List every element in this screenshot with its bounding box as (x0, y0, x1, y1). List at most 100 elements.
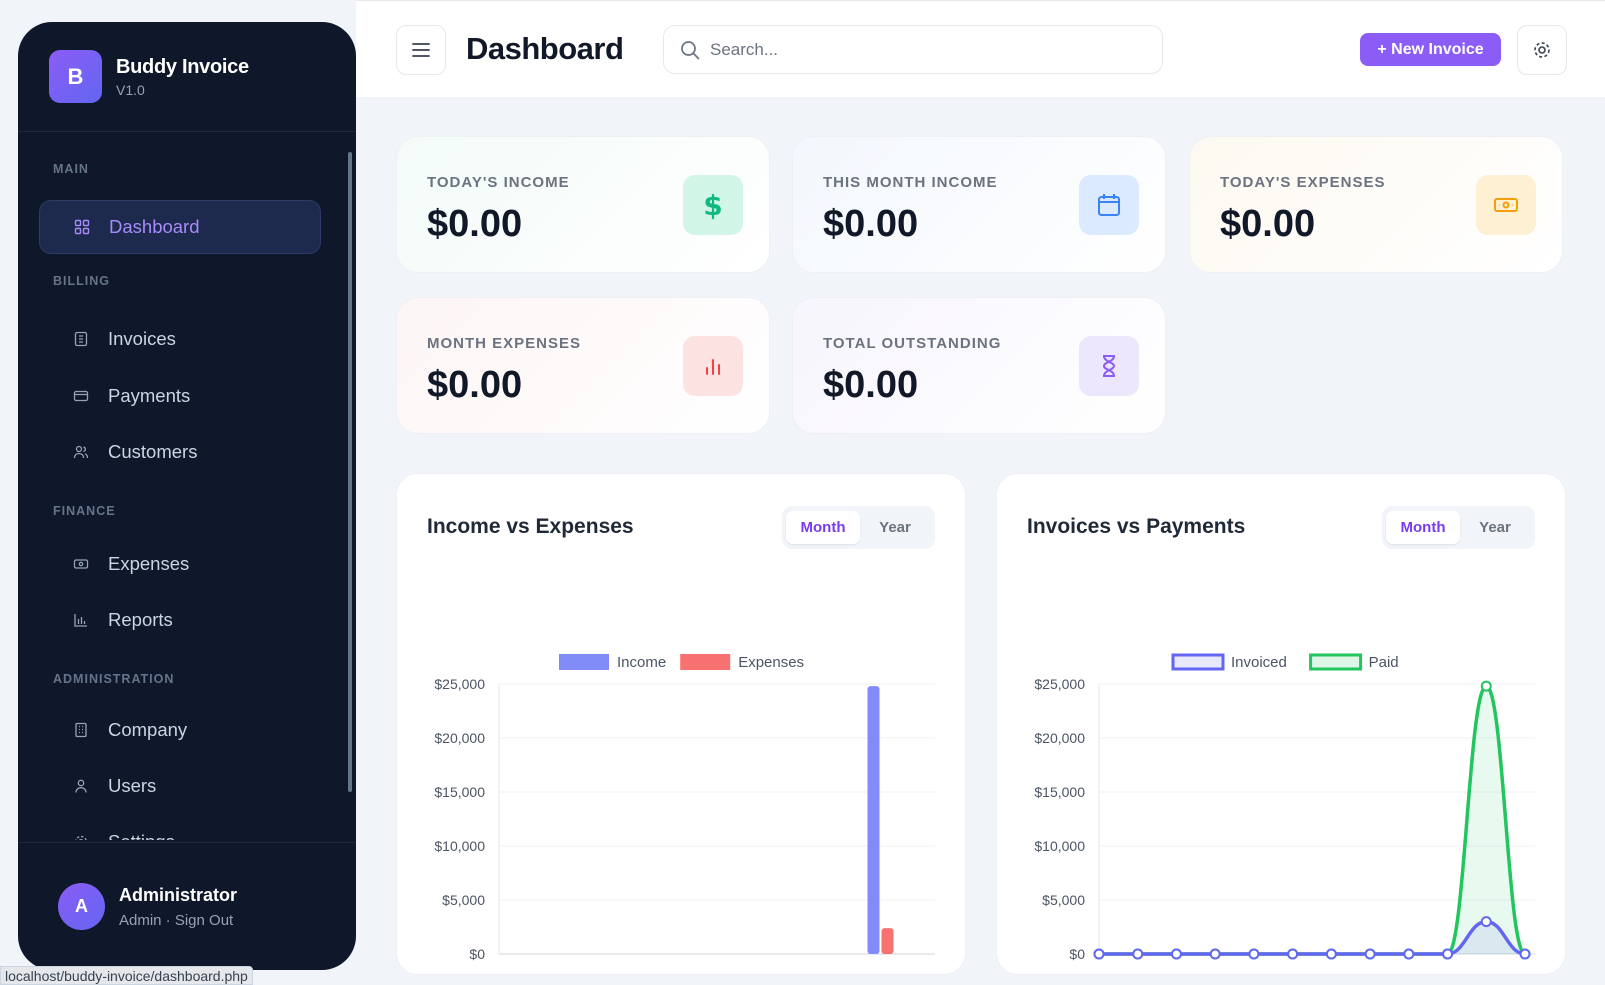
sidebar-scrollbar[interactable] (348, 152, 352, 792)
nav-section-main: MAIN (53, 162, 89, 176)
legend-swatch (680, 654, 731, 670)
legend-label: Income (617, 654, 666, 671)
stat-label: TODAY'S INCOME (427, 174, 570, 191)
stat-label: TOTAL OUTSTANDING (823, 335, 1002, 352)
stat-label: TODAY'S EXPENSES (1220, 174, 1386, 191)
legend-label: Expenses (738, 654, 804, 671)
y-tick-label: $5,000 (442, 892, 485, 908)
users-icon (71, 442, 91, 462)
gear-icon (1534, 42, 1550, 58)
stat-card-month-income: THIS MONTH INCOME $0.00 (792, 136, 1166, 273)
hourglass-icon (1079, 336, 1139, 396)
point-invoiced (1248, 948, 1260, 960)
building-icon (71, 720, 91, 740)
legend-swatch (1309, 653, 1363, 671)
sidebar-item-invoices[interactable]: Invoices (39, 312, 321, 366)
sidebar-item-label: Customers (108, 441, 198, 462)
status-bar-url: localhost/buddy-invoice/dashboard.php (0, 966, 253, 985)
stat-value: $0.00 (823, 203, 919, 245)
brand[interactable]: B Buddy Invoice V1.0 (18, 22, 356, 132)
y-tick-label: $10,000 (1034, 838, 1085, 854)
sidebar-nav: MAIN Dashboard BILLING Invoices Payments… (18, 132, 356, 840)
y-tick-label: $20,000 (434, 730, 485, 746)
bar-expenses (881, 928, 894, 954)
settings-button[interactable] (1517, 25, 1567, 75)
stat-value: $0.00 (427, 364, 523, 406)
nav-section-billing: BILLING (53, 274, 110, 288)
credit-card-icon (71, 386, 91, 406)
sidebar-item-customers[interactable]: Customers (39, 425, 321, 479)
stat-card-total-outstanding: TOTAL OUTSTANDING $0.00 (792, 297, 1166, 434)
top-header: Dashboard + New Invoice (356, 0, 1605, 97)
toggle-month[interactable]: Month (786, 511, 860, 544)
point-invoiced (1364, 948, 1376, 960)
y-tick-label: $0 (1069, 946, 1085, 962)
nav-section-finance: FINANCE (53, 504, 116, 518)
point-paid (1480, 680, 1492, 692)
point-invoiced (1480, 916, 1492, 928)
y-tick-label: $20,000 (1034, 730, 1085, 746)
sidebar-item-payments[interactable]: Payments (39, 369, 321, 423)
cash-icon (1476, 175, 1536, 235)
hamburger-icon (412, 43, 430, 57)
sidebar-item-dashboard[interactable]: Dashboard (39, 200, 321, 254)
sidebar-item-company[interactable]: Company (39, 703, 321, 757)
dollar-icon: $ (683, 175, 743, 235)
panel-title: Income vs Expenses (427, 515, 634, 538)
stat-card-todays-income: TODAY'S INCOME $0.00 $ (396, 136, 770, 273)
period-toggle: Month Year (782, 506, 935, 549)
sidebar-item-users[interactable]: Users (39, 759, 321, 813)
search-icon (681, 40, 700, 59)
area-paid (1099, 686, 1525, 954)
point-invoiced (1442, 948, 1454, 960)
search-box[interactable] (663, 25, 1163, 74)
sidebar-item-label: Invoices (108, 328, 176, 349)
sidebar-item-settings[interactable]: Settings (39, 815, 321, 840)
legend-label: Paid (1369, 654, 1399, 671)
avatar: A (58, 883, 105, 930)
menu-toggle-button[interactable] (396, 25, 446, 75)
y-tick-label: $0 (469, 946, 485, 962)
income-expenses-panel: Income vs Expenses Month Year Income Expe… (396, 473, 966, 975)
user-role-signout[interactable]: Admin · Sign Out (119, 912, 237, 929)
panel-title: Invoices vs Payments (1027, 515, 1246, 538)
stat-value: $0.00 (823, 364, 919, 406)
y-tick-label: $25,000 (434, 676, 485, 692)
point-invoiced (1287, 948, 1299, 960)
sidebar-item-expenses[interactable]: Expenses (39, 537, 321, 591)
y-tick-label: $5,000 (1042, 892, 1085, 908)
toggle-year[interactable]: Year (860, 511, 930, 544)
y-tick-label: $10,000 (434, 838, 485, 854)
sidebar-item-label: Expenses (108, 553, 190, 574)
dashboard-icon (72, 217, 92, 237)
invoice-icon (71, 329, 91, 349)
legend-label: Invoiced (1231, 654, 1287, 671)
brand-version: V1.0 (116, 81, 145, 98)
legend-swatch (559, 654, 609, 670)
bar-income (867, 686, 880, 954)
bar-chart-icon (683, 336, 743, 396)
toggle-month[interactable]: Month (1386, 511, 1460, 544)
page-title: Dashboard (466, 31, 624, 66)
y-tick-label: $15,000 (1034, 784, 1085, 800)
stat-label: MONTH EXPENSES (427, 335, 582, 352)
sidebar: B Buddy Invoice V1.0 MAIN Dashboard BILL… (18, 22, 356, 970)
search-input[interactable] (710, 39, 1130, 60)
calendar-icon (1079, 175, 1139, 235)
toggle-year[interactable]: Year (1460, 511, 1530, 544)
legend-swatch (1171, 653, 1225, 671)
brand-name: Buddy Invoice (116, 55, 249, 78)
point-invoiced (1209, 948, 1221, 960)
sidebar-item-label: Users (108, 775, 157, 796)
sidebar-item-reports[interactable]: Reports (39, 593, 321, 647)
invoices-payments-panel: Invoices vs Payments Month Year Invoiced… (996, 473, 1566, 975)
new-invoice-button[interactable]: + New Invoice (1360, 33, 1501, 66)
invoices-payments-chart: Invoiced Paid $0 $5,000 $10,000 $15,000 $20,00… (1034, 653, 1535, 962)
money-icon (71, 554, 91, 574)
stat-card-month-expenses: MONTH EXPENSES $0.00 (396, 297, 770, 434)
stat-card-todays-expenses: TODAY'S EXPENSES $0.00 (1189, 136, 1563, 273)
user-profile[interactable]: A Administrator Admin · Sign Out (18, 842, 356, 970)
user-name: Administrator (119, 884, 238, 905)
stat-label: THIS MONTH INCOME (823, 174, 998, 191)
sidebar-item-label: Payments (108, 385, 191, 406)
